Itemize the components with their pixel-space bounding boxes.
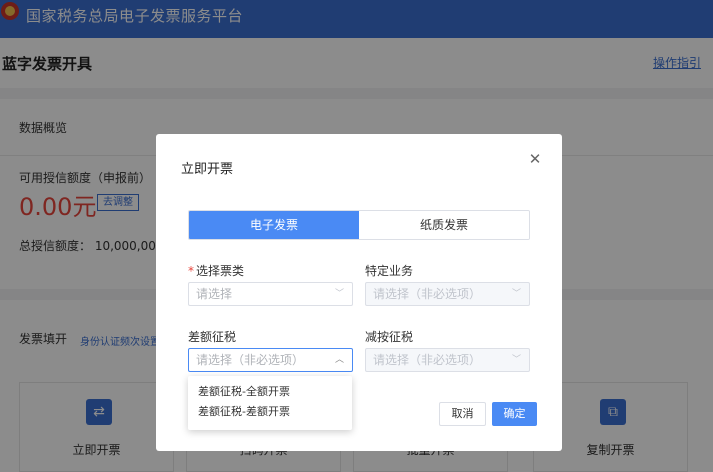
special-business-label: 特定业务 (365, 264, 414, 278)
diff-tax-label: 差额征税 (188, 330, 237, 344)
ticket-type-label: * 选择票类 (188, 262, 244, 279)
chevron-down-icon: ﹀ (334, 289, 344, 299)
special-business-placeholder: 请选择（非必选项） (373, 287, 482, 301)
diff-tax-placeholder: 请选择（非必选项） (196, 353, 305, 367)
dropdown-option-full-invoice[interactable]: 差额征税-全额开票 (188, 382, 352, 402)
tab-paper-invoice[interactable]: 纸质发票 (359, 211, 529, 239)
chevron-up-icon: ︿ (334, 355, 344, 365)
reduced-tax-placeholder: 请选择（非必选项） (373, 353, 482, 367)
confirm-button[interactable]: 确定 (492, 402, 537, 426)
reduced-tax-select[interactable]: 请选择（非必选项） ﹀ (365, 348, 530, 372)
required-mark: * (188, 264, 194, 278)
ticket-type-label-text: 选择票类 (196, 264, 245, 278)
reduced-tax-label: 减按征税 (365, 330, 414, 344)
cancel-button[interactable]: 取消 (439, 402, 486, 426)
chevron-down-icon: ﹀ (511, 355, 521, 365)
modal-title: 立即开票 (181, 162, 234, 177)
ticket-type-select[interactable]: 请选择 ﹀ (188, 282, 353, 306)
diff-tax-dropdown: 差额征税-全额开票 差额征税-差额开票 (188, 376, 352, 430)
tab-electronic-invoice[interactable]: 电子发票 (189, 211, 359, 239)
chevron-down-icon: ﹀ (511, 289, 521, 299)
dropdown-option-diff-invoice[interactable]: 差额征税-差额开票 (188, 402, 352, 422)
invoice-type-toggle: 电子发票 纸质发票 (188, 210, 530, 240)
close-icon[interactable]: ✕ (527, 151, 543, 167)
special-business-select[interactable]: 请选择（非必选项） ﹀ (365, 282, 530, 306)
ticket-type-placeholder: 请选择 (196, 287, 233, 301)
diff-tax-select[interactable]: 请选择（非必选项） ︿ (188, 348, 353, 372)
